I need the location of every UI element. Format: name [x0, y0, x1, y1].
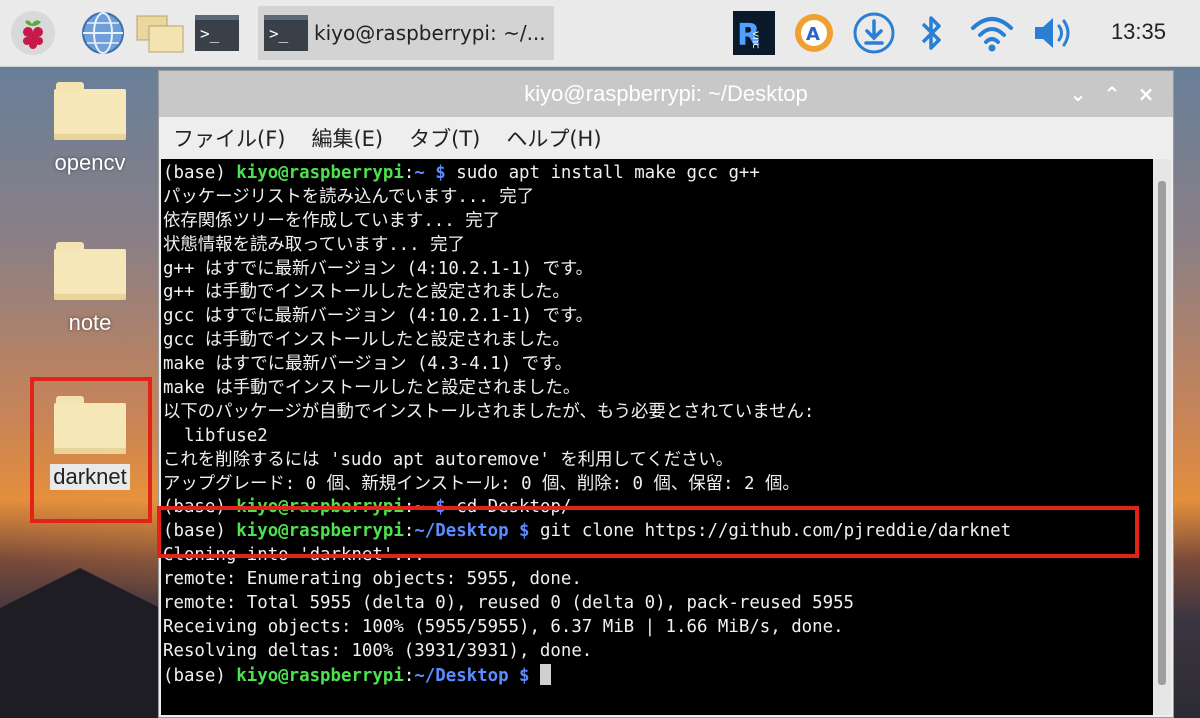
desktop-folder-note[interactable]: note — [30, 242, 150, 336]
terminal-line: remote: Enumerating objects: 5955, done. — [163, 569, 582, 590]
taskbar-window-terminal[interactable]: >_ kiyo@raspberrypi: ~/... — [258, 6, 554, 60]
terminal-line: make はすでに最新バージョン (4.3-4.1) です。 — [163, 354, 573, 375]
minimize-button[interactable]: ⌄ — [1061, 71, 1095, 117]
volume-tray-button[interactable] — [1028, 8, 1078, 58]
file-manager-button[interactable] — [134, 8, 186, 58]
terminal-icon: >_ — [195, 15, 239, 51]
terminal-line: g++ はすでに最新バージョン (4:10.2.1-1) です。 — [163, 258, 594, 279]
globe-icon — [82, 12, 124, 54]
raspberry-logo-icon — [11, 11, 55, 55]
terminal-line: パッケージリストを読み込んでいます... 完了 — [163, 186, 535, 207]
desktop-folder-label: opencv — [54, 150, 126, 175]
desktop-folder-label: note — [68, 310, 112, 335]
chevron-up-icon: ⌃ — [1103, 82, 1121, 106]
taskbar-window-label: kiyo@raspberrypi: ~/... — [314, 21, 546, 45]
clock[interactable]: 13:35 — [1111, 19, 1166, 45]
terminal-window: kiyo@raspberrypi: ~/Desktop ⌄ ⌃ × ファイル(F… — [158, 70, 1174, 718]
svg-text:A: A — [806, 24, 820, 45]
scrollbar-thumb[interactable] — [1158, 181, 1166, 685]
window-titlebar[interactable]: kiyo@raspberrypi: ~/Desktop ⌄ ⌃ × — [159, 71, 1173, 117]
close-button[interactable]: × — [1129, 71, 1163, 117]
raspberry-menu-button[interactable] — [8, 8, 58, 58]
window-menubar: ファイル(F) 編集(E) タブ(T) ヘルプ(H) — [159, 117, 1173, 159]
folder-icon — [54, 242, 126, 300]
terminal-line: make は手動でインストールしたと設定されました。 — [163, 378, 581, 399]
window-title: kiyo@raspberrypi: ~/Desktop — [524, 81, 808, 106]
maximize-button[interactable]: ⌃ — [1095, 71, 1129, 117]
terminal-launcher-button[interactable]: >_ — [192, 8, 242, 58]
terminal-line: remote: Total 5955 (delta 0), reused 0 (… — [163, 593, 855, 614]
folders-icon — [136, 15, 184, 53]
menu-file[interactable]: ファイル(F) — [173, 123, 285, 153]
svg-text:vnc: vnc — [750, 31, 761, 49]
terminal-line: g++ は手動でインストールしたと設定されました。 — [163, 282, 570, 303]
close-icon: × — [1137, 82, 1155, 106]
taskbar: >_ >_ kiyo@raspberrypi: ~/... R vnc A 13… — [0, 0, 1200, 67]
menu-tabs[interactable]: タブ(T) — [409, 123, 480, 153]
speaker-icon — [1035, 18, 1070, 48]
wifi-icon — [971, 17, 1013, 52]
menu-help[interactable]: ヘルプ(H) — [506, 123, 601, 153]
vnc-icon: R vnc — [733, 11, 775, 55]
terminal-line: gcc はすでに最新バージョン (4:10.2.1-1) です。 — [163, 306, 594, 327]
terminal-line: (base) kiyo@raspberrypi:~/Desktop $ — [163, 663, 1153, 688]
folder-icon — [54, 82, 126, 140]
chevron-down-icon: ⌄ — [1069, 82, 1087, 106]
terminal-line: Resolving deltas: 100% (3931/3931), done… — [163, 640, 593, 661]
terminal-scrollbar[interactable] — [1153, 159, 1171, 715]
terminal-line: (base) kiyo@raspberrypi:~ $ sudo apt ins… — [163, 163, 760, 183]
terminal-icon: >_ — [264, 15, 308, 51]
terminal-line: アップグレード: 0 個、新規インストール: 0 個、削除: 0 個、保留: 2… — [163, 473, 800, 494]
terminal-line: 状態情報を読み取っています... 完了 — [163, 234, 465, 255]
web-browser-button[interactable] — [78, 8, 128, 58]
text-cursor — [539, 663, 551, 685]
highlight-box-git-clone — [157, 506, 1139, 558]
terminal-line: 以下のパッケージが自動でインストールされましたが、もう必要とされていません: — [163, 401, 815, 422]
terminal-line: gcc は手動でインストールしたと設定されました。 — [163, 330, 570, 351]
desktop-folder-opencv[interactable]: opencv — [30, 82, 150, 176]
vnc-tray-button[interactable]: R vnc — [730, 8, 778, 58]
input-method-icon: A — [795, 14, 833, 52]
menu-edit[interactable]: 編集(E) — [311, 123, 383, 153]
highlight-box-darknet-folder — [30, 377, 152, 523]
wifi-tray-button[interactable] — [966, 8, 1018, 58]
input-method-tray-button[interactable]: A — [790, 8, 838, 58]
bluetooth-icon — [921, 16, 941, 50]
updater-tray-button[interactable] — [850, 8, 898, 58]
download-icon — [853, 12, 895, 54]
terminal-line: libfuse2 — [163, 425, 268, 446]
terminal-output[interactable]: (base) kiyo@raspberrypi:~ $ sudo apt ins… — [161, 159, 1153, 715]
terminal-line: これを削除するには 'sudo apt autoremove' を利用してくださ… — [163, 449, 734, 470]
terminal-line: Receiving objects: 100% (5955/5955), 6.3… — [163, 616, 844, 637]
bluetooth-tray-button[interactable] — [908, 8, 954, 58]
terminal-line: 依存関係ツリーを作成しています... 完了 — [163, 210, 501, 231]
